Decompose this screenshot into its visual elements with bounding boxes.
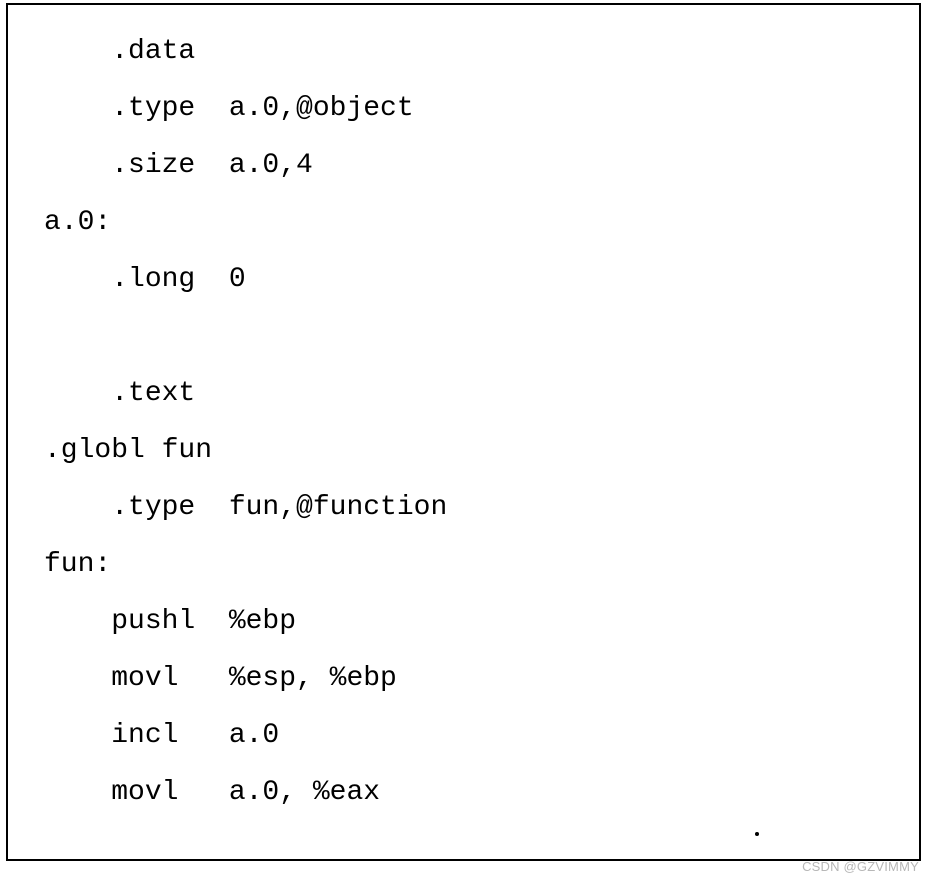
code-line: pushl %ebp [44,593,919,650]
code-line: movl a.0, %eax [44,764,919,821]
code-line: incl a.0 [44,707,919,764]
code-line: .globl fun [44,422,919,479]
code-line: a.0: [44,194,919,251]
stray-dot-icon [755,832,759,836]
code-line: .type fun,@function [44,479,919,536]
code-box: .data .type a.0,@object .size a.0,4 a.0:… [6,3,921,861]
code-line: .data [44,23,919,80]
code-line: .text [44,365,919,422]
code-line: .long 0 [44,251,919,308]
code-line: .type a.0,@object [44,80,919,137]
code-line: movl %esp, %ebp [44,650,919,707]
watermark-text: CSDN @GZVIMMY [802,859,919,874]
blank-line [44,308,919,365]
code-line: .size a.0,4 [44,137,919,194]
code-line: fun: [44,536,919,593]
